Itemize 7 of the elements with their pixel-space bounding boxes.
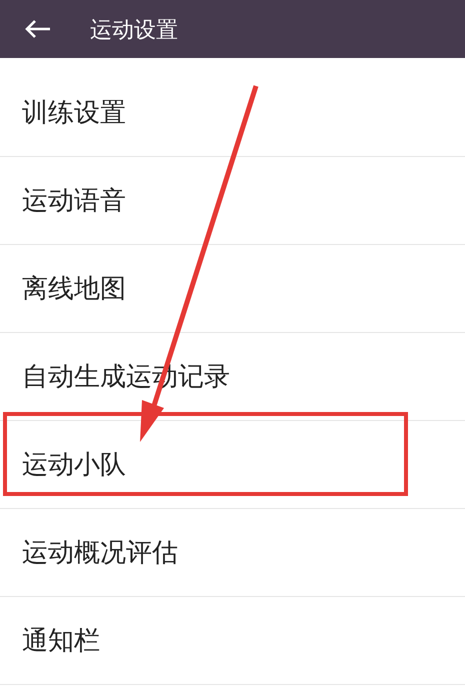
settings-item[interactable]: 离线地图: [22, 269, 126, 308]
settings-item[interactable]: 运动语音: [22, 181, 126, 220]
settings-item[interactable]: 运动概况评估: [22, 533, 178, 572]
settings-item[interactable]: 运动小队: [22, 445, 126, 484]
settings-item[interactable]: 训练设置: [22, 92, 126, 132]
settings-item[interactable]: 通知栏: [22, 621, 100, 660]
screen-title: 运动设置: [90, 16, 178, 44]
